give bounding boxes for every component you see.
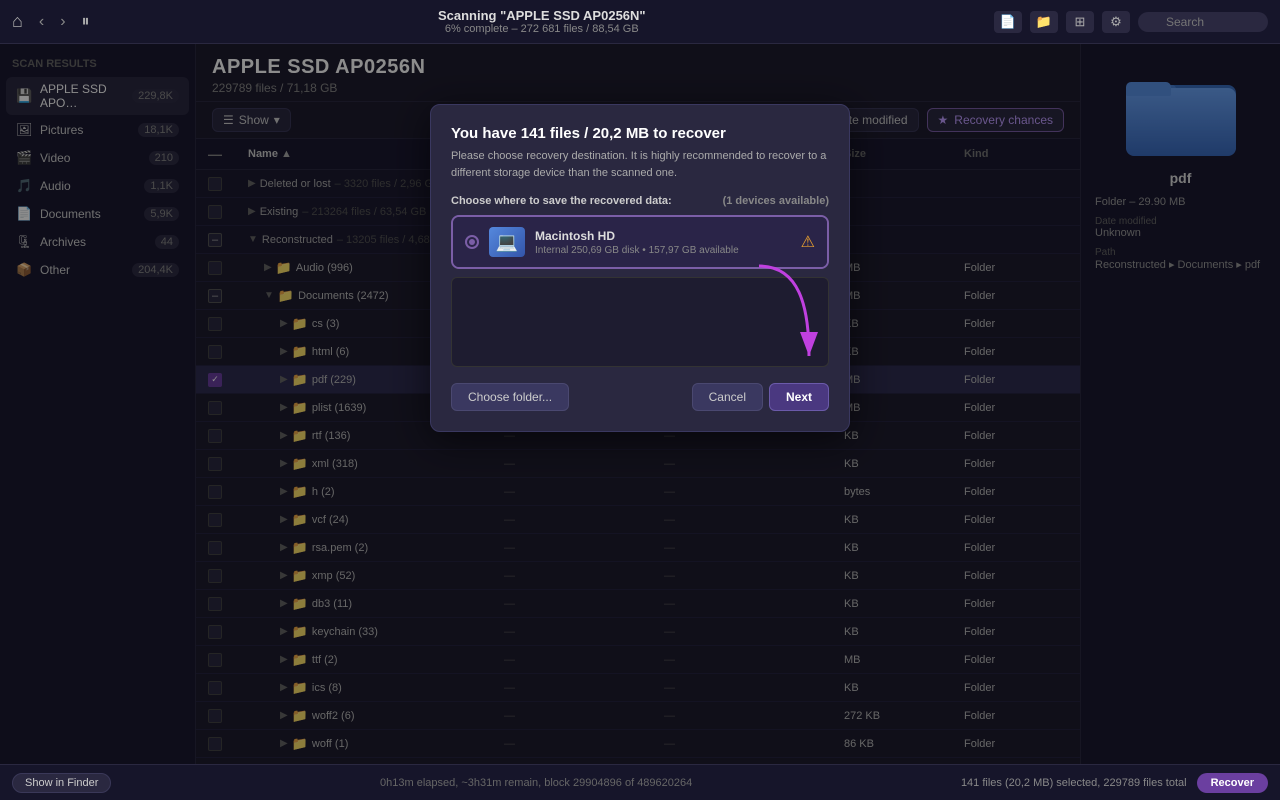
device-info: Macintosh HD Internal 250,69 GB disk • 1… xyxy=(535,229,791,256)
pause-button[interactable]: ⏸ xyxy=(82,13,90,31)
grid-icon[interactable]: ⊞ xyxy=(1066,11,1094,33)
scan-title: Scanning "APPLE SSD AP0256N" xyxy=(438,8,646,23)
bottombar-right: 141 files (20,2 MB) selected, 229789 fil… xyxy=(961,773,1268,793)
devices-available: (1 devices available) xyxy=(723,195,829,207)
next-button[interactable]: Next xyxy=(769,383,829,411)
device-detail: Internal 250,69 GB disk • 157,97 GB avai… xyxy=(535,245,791,256)
files-icon[interactable]: 📄 xyxy=(994,11,1022,33)
modal-choose-text: Choose where to save the recovered data: xyxy=(451,195,672,207)
back-button[interactable]: ‹ xyxy=(33,11,50,33)
settings-icon[interactable]: ⚙ xyxy=(1102,11,1130,33)
device-name: Macintosh HD xyxy=(535,229,791,243)
scan-status: Scanning "APPLE SSD AP0256N" 6% complete… xyxy=(100,8,984,35)
modal-btn-group: Cancel Next xyxy=(692,383,829,411)
bottombar: Show in Finder 0h13m elapsed, ~3h31m rem… xyxy=(0,764,1280,800)
search-input[interactable] xyxy=(1138,12,1268,32)
device-icon: 💻 xyxy=(489,227,525,257)
nav-buttons: ‹ › xyxy=(33,11,72,33)
home-icon[interactable]: ⌂ xyxy=(12,11,23,32)
topbar-actions: 📄 📁 ⊞ ⚙ 🔍 xyxy=(994,11,1268,33)
choose-folder-button[interactable]: Choose folder... xyxy=(451,383,569,411)
modal-empty-area xyxy=(451,277,829,367)
cancel-button[interactable]: Cancel xyxy=(692,383,763,411)
modal-choose-label: Choose where to save the recovered data:… xyxy=(451,195,829,207)
modal-description: Please choose recovery destination. It i… xyxy=(451,148,829,181)
scan-subtitle: 6% complete – 272 681 files / 88,54 GB xyxy=(445,23,639,35)
modal-title: You have 141 files / 20,2 MB to recover xyxy=(451,125,829,142)
radio-button[interactable] xyxy=(465,235,479,249)
recover-button[interactable]: Recover xyxy=(1197,773,1268,793)
modal-footer: Choose folder... Cancel Next xyxy=(451,383,829,411)
show-finder-button[interactable]: Show in Finder xyxy=(12,773,111,793)
selection-info: 141 files (20,2 MB) selected, 229789 fil… xyxy=(961,777,1187,789)
modal-device-list: 💻 Macintosh HD Internal 250,69 GB disk •… xyxy=(451,215,829,269)
modal-overlay: You have 141 files / 20,2 MB to recover … xyxy=(0,44,1280,764)
search-wrap: 🔍 xyxy=(1138,12,1268,32)
forward-button[interactable]: › xyxy=(54,11,71,33)
topbar: ⌂ ‹ › ⏸ Scanning "APPLE SSD AP0256N" 6% … xyxy=(0,0,1280,44)
folder-icon[interactable]: 📁 xyxy=(1030,11,1058,33)
recovery-modal: You have 141 files / 20,2 MB to recover … xyxy=(430,104,850,432)
modal-device-item[interactable]: 💻 Macintosh HD Internal 250,69 GB disk •… xyxy=(453,217,827,267)
warning-icon: ⚠ xyxy=(801,232,815,252)
bottombar-status: 0h13m elapsed, ~3h31m remain, block 2990… xyxy=(123,777,949,789)
